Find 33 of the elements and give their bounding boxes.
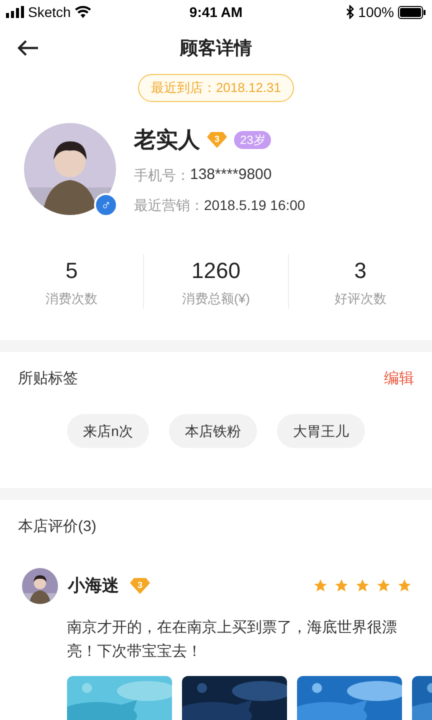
customer-tag: 大胃王儿	[276, 414, 365, 448]
stat-value: 5	[66, 257, 78, 286]
wifi-icon	[74, 6, 91, 18]
last-visit-badge: 最近到店：2018.12.31	[138, 74, 294, 102]
signal-icon	[6, 6, 24, 18]
customer-tag: 来店n次	[67, 414, 149, 448]
carrier-name: Sketch	[28, 2, 71, 22]
age-badge: 23岁	[234, 130, 272, 148]
stat-label: 消费次数	[46, 290, 98, 308]
battery-icon	[398, 6, 426, 18]
status-time: 9:41 AM	[189, 2, 243, 22]
section-title: 本店评价(3)	[18, 517, 96, 538]
vip-level-icon: 3	[129, 576, 151, 594]
vip-level-icon: 3	[206, 130, 228, 148]
stat-label: 消费总额(¥)	[182, 290, 250, 308]
battery-percent: 100%	[358, 2, 394, 22]
section-title: 所贴标签	[18, 369, 78, 390]
male-gender-icon: ♂	[94, 193, 118, 218]
page-title: 顾客详情	[180, 36, 252, 60]
phone-label: 手机号：	[134, 166, 190, 185]
marketing-time: 2018.5.19 16:00	[204, 196, 306, 214]
stat-value: 3	[354, 257, 366, 286]
stat-label: 好评次数	[334, 290, 386, 308]
edit-button[interactable]: 编辑	[384, 368, 414, 391]
customer-name: 老实人	[134, 126, 200, 154]
customer-tag: 本店铁粉	[168, 414, 257, 448]
bluetooth-icon	[346, 5, 354, 19]
back-arrow-icon	[17, 40, 39, 56]
reviewer-name: 小海迷	[68, 574, 119, 597]
stat-value: 1260	[192, 257, 240, 286]
review-text: 南京才开的，在在南京上买到票了，海底世界很漂亮！下次带宝宝去！	[66, 618, 398, 662]
marketing-label: 最近营销：	[134, 196, 204, 214]
phone-number: 138****9800	[190, 165, 272, 185]
